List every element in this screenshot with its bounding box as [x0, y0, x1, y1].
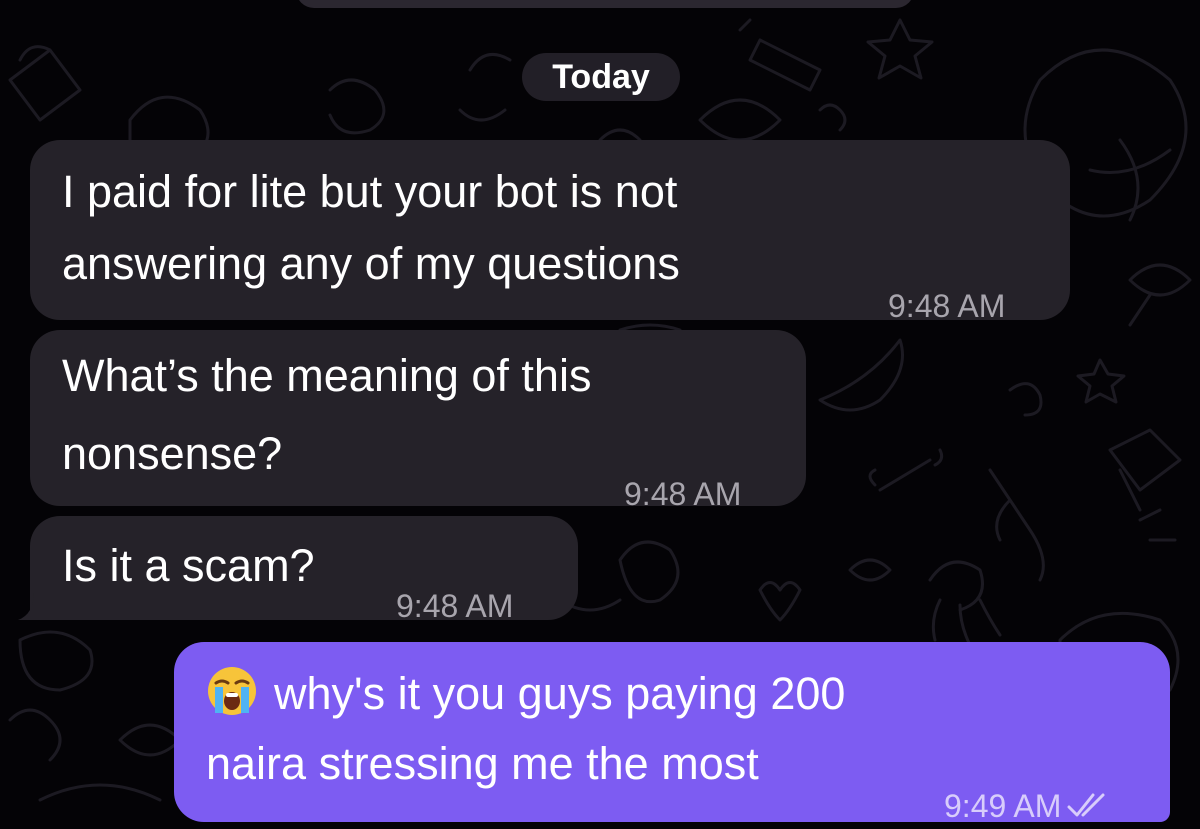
- incoming-message[interactable]: What’s the meaning of this nonsense? 9:4…: [30, 330, 806, 512]
- chat-view[interactable]: Today I paid for lite but your bot is no…: [0, 0, 1200, 829]
- loudly-crying-face-icon: [208, 667, 256, 715]
- incoming-bubble-tail: [18, 592, 46, 620]
- incoming-message[interactable]: Is it a scam? 9:48 AM: [30, 516, 578, 624]
- incoming-message[interactable]: I paid for lite but your bot is not answ…: [30, 140, 1070, 324]
- message-timestamp: 9:49 AM: [944, 766, 1113, 829]
- message-text-line: What’s the meaning of this: [62, 350, 592, 401]
- outgoing-message[interactable]: why's it you guys paying 200 naira stres…: [174, 642, 1170, 824]
- double-check-read-icon: [1067, 793, 1105, 817]
- message-time: 9:49 AM: [944, 788, 1062, 824]
- message-timestamp: 9:48 AM: [624, 476, 742, 512]
- date-separator: Today: [522, 53, 680, 101]
- message-timestamp: 9:48 AM: [888, 288, 1006, 324]
- message-text-line: I paid for lite but your bot is not: [62, 166, 678, 217]
- message-text-line: why's it you guys paying 200: [206, 654, 1170, 734]
- message-text: why's it you guys paying 200: [274, 668, 846, 719]
- message-timestamp: 9:48 AM: [396, 588, 514, 624]
- previous-message-bubble-edge: [296, 0, 914, 8]
